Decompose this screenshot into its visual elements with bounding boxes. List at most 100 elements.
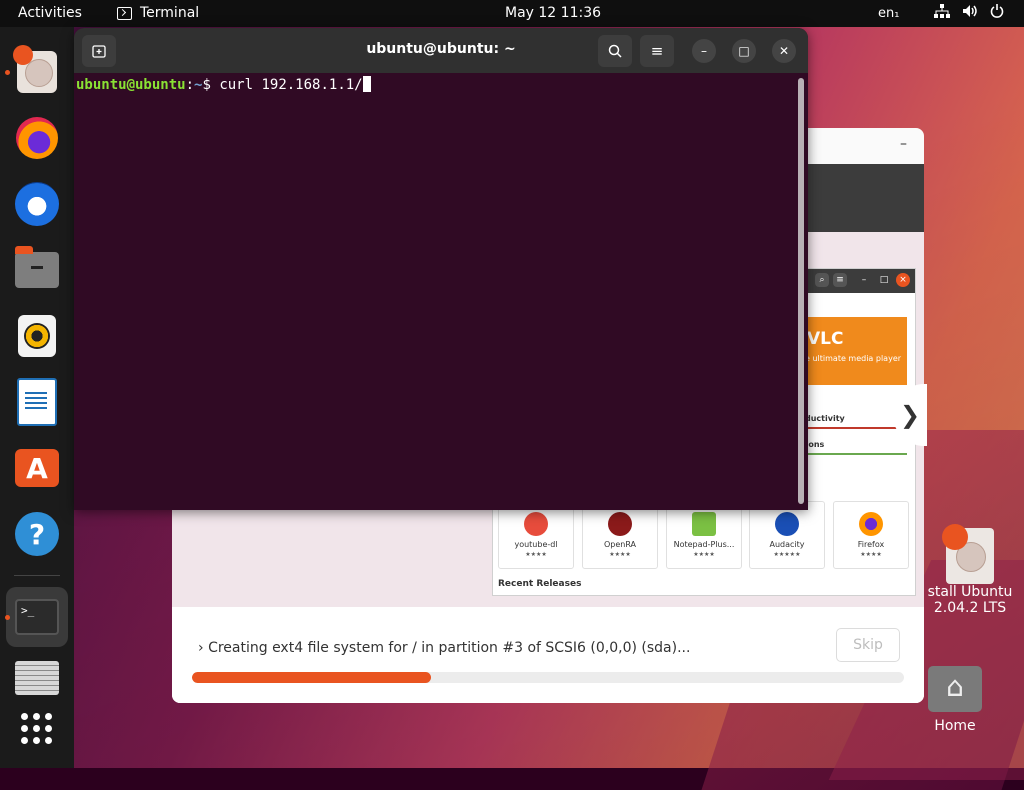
activities-button[interactable]: Activities <box>18 5 82 21</box>
desktop-home[interactable]: Home <box>920 660 990 734</box>
vlc-title: VLC <box>807 329 844 349</box>
rhythmbox-icon <box>18 315 56 357</box>
app-rating: ★★★★ <box>609 551 631 558</box>
app-tile: Notepad-Plus... ★★★★ <box>666 501 742 569</box>
status-text: Creating ext4 file system for / in parti… <box>208 640 691 656</box>
status-line[interactable]: › Creating ext4 file system for / in par… <box>198 640 690 656</box>
terminal-headerbar[interactable]: ubuntu@ubuntu: ~ ≡ – □ ✕ <box>74 28 808 73</box>
minimize-icon: – <box>701 44 707 58</box>
terminal-icon <box>117 6 132 20</box>
scrollbar[interactable] <box>798 78 804 504</box>
search-button[interactable] <box>598 35 632 67</box>
running-indicator <box>5 70 10 75</box>
app-tile: Firefox ★★★★ <box>833 501 909 569</box>
openra-icon <box>608 512 632 536</box>
search-icon <box>608 44 622 58</box>
terminal-icon: >_ <box>15 599 59 635</box>
youtube-dl-icon <box>524 512 548 536</box>
volume-icon <box>962 4 978 22</box>
terminal-output[interactable]: ubuntu@ubuntu:~$ curl 192.168.1.1/ <box>76 76 371 93</box>
power-icon <box>990 4 1004 22</box>
dock-item-terminal[interactable]: >_ <box>13 593 61 641</box>
progress-bar <box>192 672 904 683</box>
vlc-banner: VLC e ultimate media player <box>793 317 907 385</box>
prompt-separator: : <box>185 77 195 93</box>
dock: A ? >_ <box>0 27 74 768</box>
app-name: Notepad-Plus... <box>673 540 735 549</box>
app-tile: OpenRA ★★★★ <box>582 501 658 569</box>
dock-item-disk-utility[interactable] <box>13 654 61 702</box>
chevron-right-icon: › <box>198 640 204 656</box>
menu-icon: ≡ <box>833 273 847 287</box>
desktop-icon-label: stall Ubuntu <box>927 584 1013 600</box>
close-icon: ✕ <box>778 44 790 58</box>
network-icon <box>934 4 950 22</box>
dock-item-files[interactable] <box>13 246 61 294</box>
notepad-plus-icon <box>692 512 716 536</box>
category-addons: -ons <box>803 437 907 455</box>
dock-item-help[interactable]: ? <box>13 510 61 558</box>
menu-button[interactable]: ≡ <box>640 35 674 67</box>
skip-button[interactable]: Skip <box>836 628 900 662</box>
top-bar: Activities Terminal May 12 11:36 en₁ <box>0 0 1024 27</box>
text-cursor <box>362 76 371 92</box>
libreoffice-writer-icon <box>17 378 57 426</box>
ubuntu-installer-icon <box>13 45 57 93</box>
desktop-icon-label: Home <box>934 718 976 734</box>
dock-item-writer[interactable] <box>13 378 61 426</box>
disk-utility-icon <box>15 661 59 695</box>
audacity-icon <box>775 512 799 536</box>
app-menu[interactable]: Terminal <box>117 5 199 21</box>
minimize-button[interactable]: – <box>692 39 716 63</box>
home-folder-icon <box>928 666 982 712</box>
progress-fill <box>192 672 431 683</box>
prompt-user: ubuntu@ubuntu <box>76 77 186 93</box>
app-rating: ★★★★ <box>860 551 882 558</box>
app-name: Audacity <box>769 540 805 549</box>
app-tile: youtube-dl ★★★★ <box>498 501 574 569</box>
help-icon: ? <box>15 512 59 556</box>
clock[interactable]: May 12 11:36 <box>505 5 601 21</box>
recent-releases-heading: Recent Releases <box>498 579 582 589</box>
maximize-icon: □ <box>879 275 889 285</box>
app-name: Firefox <box>857 540 885 549</box>
firefox-icon <box>16 117 58 159</box>
system-tray[interactable] <box>934 4 1004 22</box>
input-language-indicator[interactable]: en₁ <box>878 6 899 21</box>
category-productivity: ductivity <box>803 411 907 429</box>
app-menu-label: Terminal <box>140 5 200 21</box>
terminal-window[interactable]: ubuntu@ubuntu: ~ ≡ – □ ✕ ubuntu@ubuntu:~… <box>74 28 808 510</box>
close-button[interactable]: ✕ <box>772 39 796 63</box>
app-grid-icon <box>21 713 53 745</box>
app-name: OpenRA <box>603 540 637 549</box>
ubuntu-installer-icon <box>942 524 994 584</box>
hamburger-icon: ≡ <box>650 42 664 60</box>
dock-item-installer[interactable] <box>13 45 61 96</box>
files-icon <box>15 246 59 288</box>
running-indicator <box>5 615 10 620</box>
dock-item-firefox[interactable] <box>13 114 61 162</box>
app-rating: ★★★★ <box>525 551 547 558</box>
search-icon: ⌕ <box>815 273 829 287</box>
dock-item-software[interactable]: A <box>13 444 61 492</box>
app-rating: ★★★★ <box>693 551 715 558</box>
dock-separator <box>14 575 60 576</box>
vlc-subtitle: e ultimate media player <box>805 354 902 363</box>
app-tile: Audacity ★★★★★ <box>749 501 825 569</box>
thunderbird-icon <box>15 182 59 226</box>
show-applications-button[interactable] <box>13 705 61 753</box>
command-text: curl 192.168.1.1/ <box>219 77 363 93</box>
dock-item-rhythmbox[interactable] <box>13 312 61 360</box>
ubuntu-software-icon: A <box>15 449 59 487</box>
close-icon: × <box>896 273 910 287</box>
prompt-symbol: $ <box>202 77 220 93</box>
desktop-install-ubuntu[interactable]: stall Ubuntu 2.04.2 LTS <box>920 524 1020 616</box>
app-rating: ★★★★★ <box>773 551 801 558</box>
dock-item-thunderbird[interactable] <box>13 180 61 228</box>
desktop-icon-label: 2.04.2 LTS <box>933 600 1007 616</box>
maximize-icon: □ <box>738 44 750 58</box>
maximize-button[interactable]: □ <box>732 39 756 63</box>
installer-progress-area: › Creating ext4 file system for / in par… <box>172 607 924 703</box>
app-name: youtube-dl <box>514 540 558 549</box>
minimize-button[interactable]: – <box>900 136 907 152</box>
